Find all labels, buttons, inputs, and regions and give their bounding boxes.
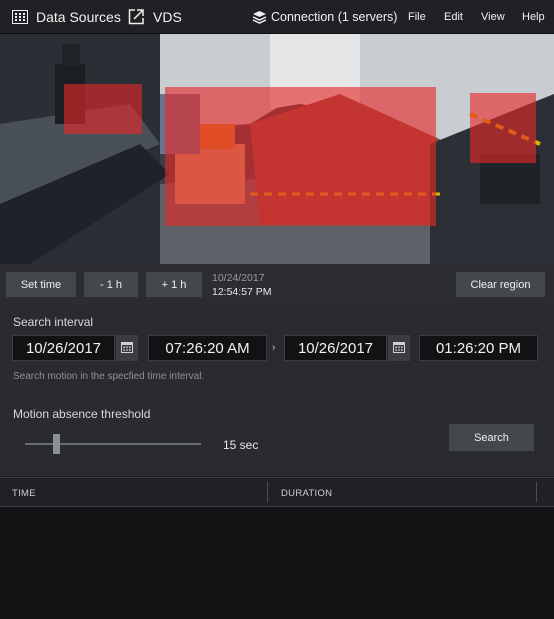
server-stack-icon [252,10,267,24]
minus-hour-button[interactable]: - 1 h [84,272,138,297]
help-menu[interactable]: Help [522,0,545,33]
threshold-slider-thumb[interactable] [53,434,61,454]
video-preview[interactable] [0,34,554,264]
clear-region-button[interactable]: Clear region [456,272,545,297]
column-divider[interactable] [536,482,537,502]
motion-region[interactable] [470,93,536,163]
vds-menu[interactable]: VDS [128,0,182,33]
start-date-field[interactable]: 10/26/2017 [12,335,115,361]
connection-menu[interactable]: Connection (1 servers) [252,0,397,33]
start-calendar-button[interactable] [116,335,138,361]
connection-label: Connection (1 servers) [271,9,398,24]
threshold-value: 15 sec [223,438,259,452]
threshold-label: Motion absence threshold [13,407,151,421]
search-button[interactable]: Search [449,424,534,451]
column-header-duration[interactable]: DURATION [281,488,332,499]
vds-label: VDS [153,8,182,25]
column-header-time[interactable]: TIME [12,488,36,499]
column-divider[interactable] [267,482,268,502]
menu-bar: Data Sources VDS Connection (1 servers) … [0,0,554,34]
motion-region[interactable] [64,84,142,134]
end-time-field[interactable]: 01:26:20 PM [419,335,538,361]
start-time-field[interactable]: 07:26:20 AM [148,335,267,361]
results-list[interactable] [0,507,554,619]
end-calendar-button[interactable] [388,335,410,361]
edit-menu[interactable]: Edit [444,0,463,33]
search-panel: Search interval 10/26/2017 07:26:20 AM ›… [0,306,554,476]
threshold-slider-track[interactable] [25,443,201,445]
data-sources-menu[interactable]: Data Sources [12,0,121,33]
frame-controls: Set time - 1 h + 1 h 10/24/2017 12:54:57… [0,264,554,306]
data-sources-label: Data Sources [36,8,121,25]
calendar-icon [121,341,133,356]
interval-separator: › [272,342,276,353]
search-hint: Search motion in the specfied time inter… [13,371,205,382]
frame-date: 10/24/2017 [212,272,265,284]
frame-time: 12:54:57 PM [212,286,272,298]
calendar-icon [393,341,405,356]
search-interval-label: Search interval [13,315,94,329]
external-link-icon [128,8,145,25]
results-table-header: TIME DURATION [0,477,554,507]
file-menu[interactable]: File [408,0,426,33]
plus-hour-button[interactable]: + 1 h [146,272,202,297]
end-date-field[interactable]: 10/26/2017 [284,335,387,361]
grid-icon [12,9,28,24]
view-menu[interactable]: View [481,0,505,33]
motion-region[interactable] [165,87,436,226]
set-time-button[interactable]: Set time [6,272,76,297]
